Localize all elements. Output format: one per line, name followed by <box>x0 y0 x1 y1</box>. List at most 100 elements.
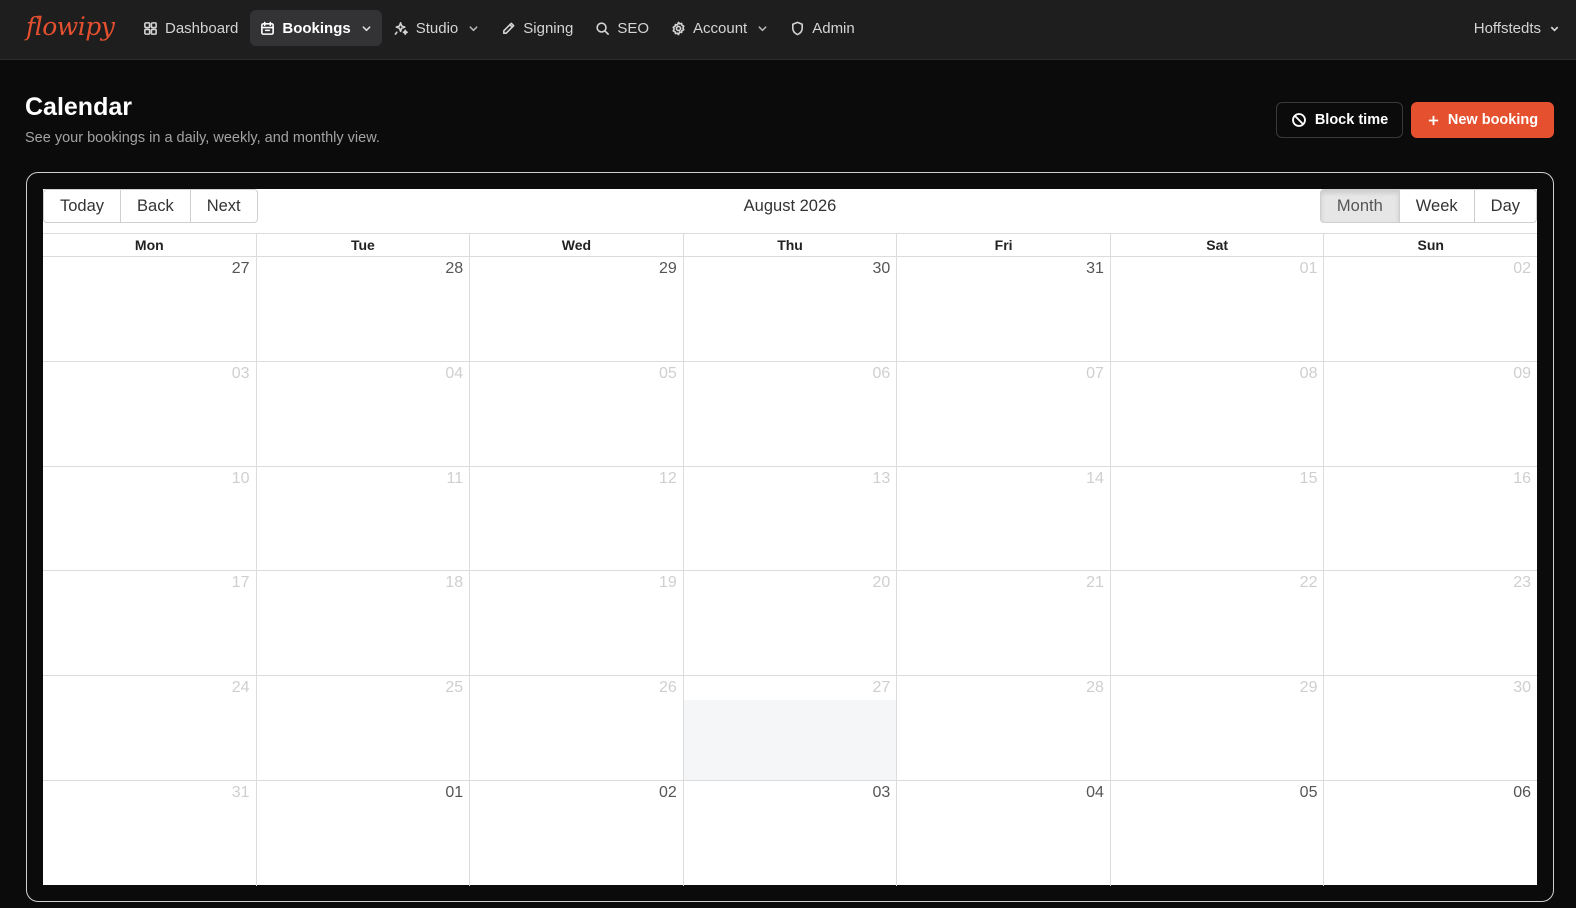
day-number[interactable]: 17 <box>227 574 250 593</box>
day-cell[interactable]: 31 <box>43 781 256 886</box>
day-number[interactable]: 01 <box>1295 260 1318 278</box>
day-number[interactable]: 14 <box>1082 469 1104 488</box>
week-view-button[interactable]: Week <box>1399 189 1475 223</box>
day-number[interactable]: 13 <box>868 469 891 488</box>
day-number[interactable]: 04 <box>1082 783 1104 802</box>
day-cell[interactable]: 06 <box>682 361 897 466</box>
day-number[interactable]: 22 <box>1295 574 1318 593</box>
day-number[interactable]: 25 <box>441 679 464 698</box>
nav-item-studio[interactable]: Studio <box>384 10 490 46</box>
day-number[interactable]: 30 <box>1509 679 1532 698</box>
day-cell[interactable]: 06 <box>1323 780 1537 886</box>
nav-item-bookings[interactable]: Bookings <box>250 10 382 46</box>
day-number[interactable]: 06 <box>1509 783 1532 802</box>
block-time-button[interactable]: Block time <box>1276 102 1403 138</box>
day-number[interactable]: 12 <box>654 469 677 488</box>
nav-item-account[interactable]: Account <box>661 10 778 46</box>
day-number[interactable]: 01 <box>441 783 464 802</box>
day-cell[interactable]: 15 <box>1109 466 1324 571</box>
day-cell[interactable]: 29 <box>469 257 683 361</box>
day-number[interactable]: 19 <box>654 574 677 593</box>
day-number[interactable]: 28 <box>441 260 464 278</box>
day-cell[interactable]: 19 <box>469 571 683 676</box>
day-number[interactable]: 23 <box>1509 574 1532 593</box>
day-cell[interactable]: 26 <box>469 676 683 780</box>
day-cell[interactable]: 30 <box>682 257 897 361</box>
back-button[interactable]: Back <box>121 189 191 223</box>
nav-item-signing[interactable]: Signing <box>491 10 583 46</box>
day-number[interactable]: 04 <box>441 364 464 383</box>
day-number[interactable]: 29 <box>1295 679 1318 698</box>
nav-item-dashboard[interactable]: Dashboard <box>133 10 248 46</box>
day-number[interactable]: 27 <box>227 260 250 278</box>
day-cell[interactable]: 02 <box>1323 257 1537 361</box>
day-cell[interactable]: 08 <box>1109 361 1324 466</box>
day-number[interactable]: 27 <box>868 679 891 698</box>
user-menu[interactable]: Hoffstedts <box>1474 10 1560 46</box>
day-number[interactable]: 10 <box>227 469 250 488</box>
day-number[interactable]: 29 <box>654 260 677 278</box>
day-number[interactable]: 24 <box>227 679 250 698</box>
day-number[interactable]: 15 <box>1295 469 1318 488</box>
day-number[interactable]: 08 <box>1295 364 1318 383</box>
day-cell[interactable]: 25 <box>255 676 470 780</box>
day-cell[interactable]: 28 <box>896 676 1110 780</box>
day-cell[interactable]: 16 <box>1323 466 1537 571</box>
day-number[interactable]: 03 <box>227 364 250 383</box>
day-cell[interactable]: 04 <box>255 361 470 466</box>
day-cell[interactable]: 11 <box>255 466 470 571</box>
day-cell[interactable]: 31 <box>896 257 1110 361</box>
day-number[interactable]: 20 <box>868 574 891 593</box>
day-cell[interactable]: 10 <box>43 467 256 571</box>
day-cell[interactable]: 22 <box>1109 571 1324 676</box>
day-cell[interactable]: 23 <box>1323 571 1537 676</box>
day-number[interactable]: 31 <box>227 783 250 802</box>
brand-logo[interactable]: flowipy <box>26 12 115 41</box>
day-number[interactable]: 07 <box>1082 364 1104 383</box>
day-number[interactable]: 02 <box>654 783 677 802</box>
day-cell[interactable]: 28 <box>255 257 470 361</box>
day-number[interactable]: 02 <box>1509 260 1532 278</box>
day-cell[interactable]: 29 <box>1109 676 1324 780</box>
day-number[interactable]: 28 <box>1082 679 1104 698</box>
month-view-button[interactable]: Month <box>1319 189 1400 223</box>
day-cell[interactable]: 02 <box>469 780 683 886</box>
day-cell[interactable]: 03 <box>682 780 897 886</box>
day-number[interactable]: 21 <box>1082 574 1104 593</box>
day-cell[interactable]: 05 <box>1109 780 1324 886</box>
day-number[interactable]: 05 <box>1295 783 1318 802</box>
day-cell[interactable]: 27 <box>43 257 256 361</box>
day-cell[interactable]: 21 <box>896 571 1110 676</box>
day-number[interactable]: 11 <box>442 469 464 488</box>
day-cell[interactable]: 13 <box>682 466 897 571</box>
day-cell[interactable]: 07 <box>896 361 1110 466</box>
new-booking-button[interactable]: New booking <box>1411 102 1554 138</box>
day-number[interactable]: 31 <box>1082 260 1104 278</box>
today-cell[interactable]: 27 <box>682 676 897 780</box>
day-number[interactable]: 16 <box>1509 469 1532 488</box>
day-number[interactable]: 03 <box>868 783 891 802</box>
day-cell[interactable]: 14 <box>896 466 1110 571</box>
day-cell[interactable]: 18 <box>255 571 470 676</box>
day-cell[interactable]: 05 <box>469 361 683 466</box>
day-cell[interactable]: 09 <box>1323 361 1537 466</box>
nav-item-admin[interactable]: Admin <box>780 10 865 46</box>
today-button[interactable]: Today <box>43 189 122 223</box>
day-cell[interactable]: 17 <box>43 571 256 675</box>
day-number[interactable]: 26 <box>654 679 677 698</box>
day-cell[interactable]: 24 <box>43 676 256 780</box>
day-cell[interactable]: 30 <box>1323 676 1537 780</box>
day-number[interactable]: 30 <box>868 260 891 278</box>
day-cell[interactable]: 12 <box>469 466 683 571</box>
day-cell[interactable]: 01 <box>1109 257 1324 361</box>
day-number[interactable]: 06 <box>868 364 891 383</box>
day-number[interactable]: 09 <box>1509 364 1532 383</box>
day-cell[interactable]: 20 <box>682 571 897 676</box>
day-cell[interactable]: 03 <box>43 362 256 466</box>
day-cell[interactable]: 04 <box>896 780 1110 886</box>
day-cell[interactable]: 01 <box>255 780 470 886</box>
next-button[interactable]: Next <box>190 189 258 223</box>
nav-item-seo[interactable]: SEO <box>585 10 659 46</box>
day-view-button[interactable]: Day <box>1474 189 1537 223</box>
day-number[interactable]: 05 <box>654 364 677 383</box>
